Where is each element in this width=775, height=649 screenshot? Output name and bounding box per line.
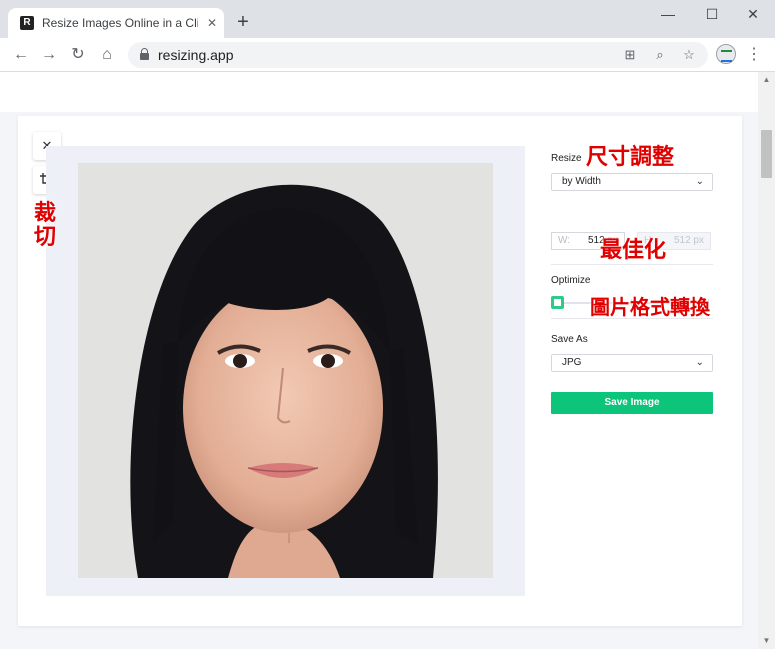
image-canvas <box>46 146 525 596</box>
resize-label: Resize <box>551 153 582 164</box>
browser-tab[interactable]: R Resize Images Online in a Click ✕ <box>8 8 224 38</box>
width-key: W: <box>558 235 571 246</box>
chevron-down-icon: ⌄ <box>695 176 704 187</box>
address-bar[interactable]: resizing.app ⊞ ⌕ ☆ <box>128 42 708 68</box>
forward-icon[interactable]: → <box>38 44 60 66</box>
optimize-annotation: 最佳化 <box>600 238 667 263</box>
scroll-up-icon[interactable]: ▲ <box>758 72 775 88</box>
resize-annotation: 尺寸調整 <box>586 145 675 170</box>
maximize-icon[interactable]: ☐ <box>697 4 727 24</box>
tab-strip: R Resize Images Online in a Click ✕ + — … <box>0 0 775 38</box>
scroll-thumb[interactable] <box>761 130 772 178</box>
favicon-icon: R <box>20 16 34 30</box>
scroll-down-icon[interactable]: ▼ <box>758 633 775 649</box>
url-text[interactable]: resizing.app <box>158 47 234 63</box>
browser-toolbar: ← → ↻ ⌂ resizing.app ⊞ ⌕ ☆ <box>0 38 775 72</box>
star-icon[interactable]: ☆ <box>679 45 699 65</box>
translate-icon[interactable]: ⊞ <box>620 45 640 65</box>
format-value: JPG <box>562 357 582 368</box>
back-icon[interactable]: ← <box>10 44 32 66</box>
minimize-icon[interactable]: — <box>653 4 683 24</box>
menu-icon[interactable]: ⋮ <box>746 44 762 66</box>
browser-window: R Resize Images Online in a Click ✕ + — … <box>0 0 775 649</box>
extension-icon[interactable] <box>716 44 736 64</box>
save-image-button[interactable]: Save Image <box>551 392 713 414</box>
format-annotation: 圖片格式轉換 <box>590 295 710 319</box>
height-value: 512 px <box>673 235 704 246</box>
optimize-label: Optimize <box>551 275 591 286</box>
save-as-label: Save As <box>551 334 588 345</box>
editor-card: ✕ <box>18 116 742 626</box>
uploaded-photo <box>78 163 493 578</box>
page-header-area <box>0 72 758 112</box>
new-tab-icon[interactable]: + <box>233 12 253 32</box>
tab-close-icon[interactable]: ✕ <box>204 15 220 31</box>
crop-annotation: 裁切 <box>34 201 57 250</box>
home-icon[interactable]: ⌂ <box>96 44 118 66</box>
tab-title: Resize Images Online in a Click <box>42 16 198 30</box>
window-close-icon[interactable]: ✕ <box>738 4 768 24</box>
page-content: ✕ <box>0 72 758 649</box>
lock-icon[interactable] <box>140 48 149 60</box>
optimize-slider-thumb[interactable] <box>551 296 564 309</box>
divider <box>551 264 713 265</box>
reload-icon[interactable]: ↻ <box>67 44 89 66</box>
zoom-icon[interactable]: ⌕ <box>650 45 670 65</box>
format-select[interactable]: JPG ⌄ <box>551 354 713 372</box>
resize-mode-select[interactable]: by Width ⌄ <box>551 173 713 191</box>
chevron-down-icon: ⌄ <box>695 357 704 368</box>
resize-mode-value: by Width <box>562 176 601 187</box>
page-scrollbar[interactable]: ▲ ▼ <box>758 72 775 649</box>
